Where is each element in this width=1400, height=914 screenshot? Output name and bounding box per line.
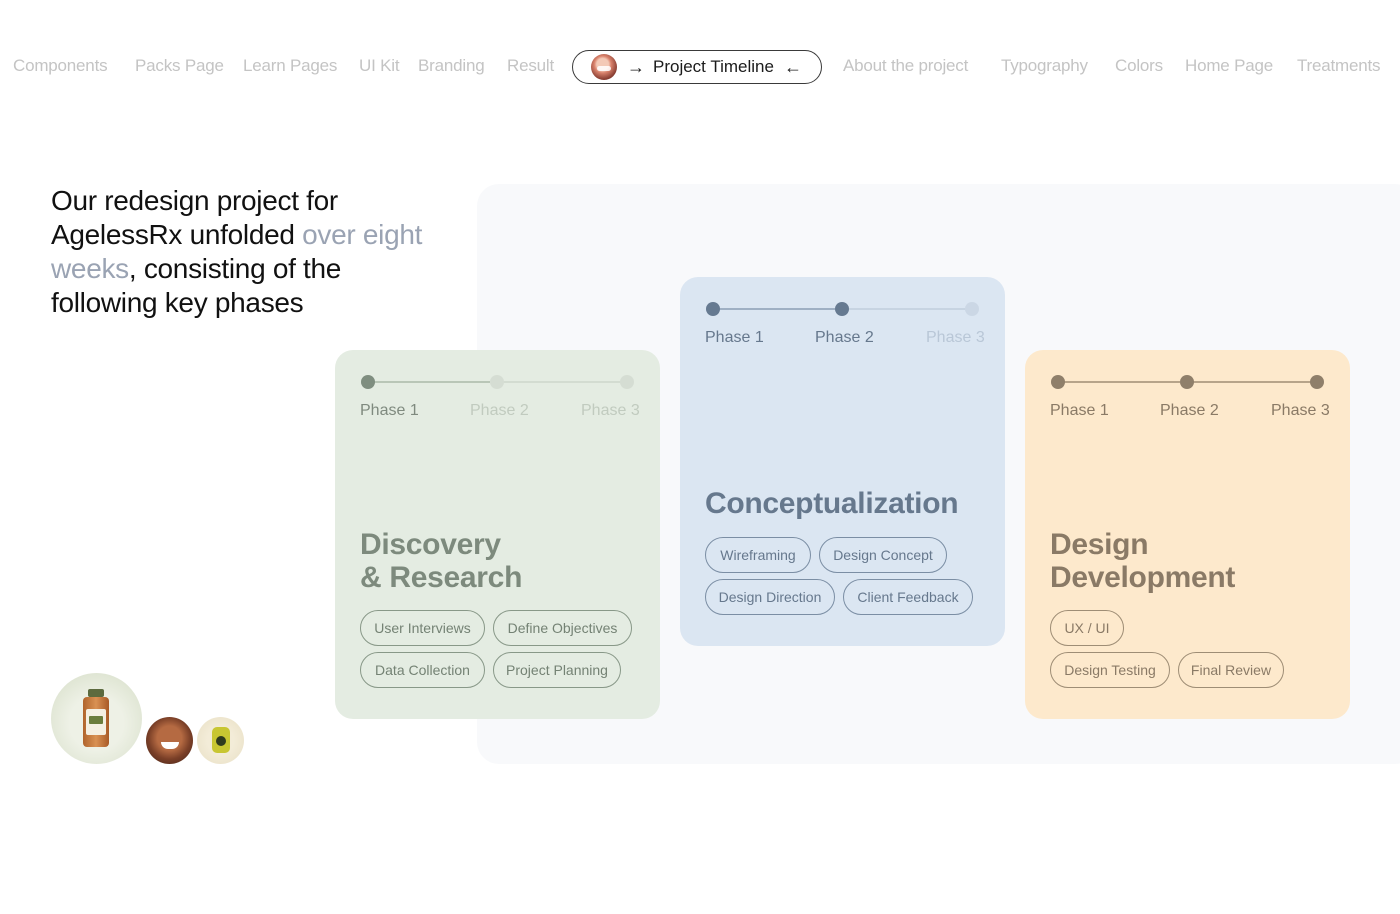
phase-label-2: Phase 2: [1160, 402, 1219, 419]
phase-progress-track: [1051, 375, 1324, 389]
phase-card-conceptualization: Phase 1 Phase 2 Phase 3 Conceptualizatio…: [680, 277, 1005, 646]
card-title-line1: Design: [1050, 528, 1149, 561]
smiling-person-avatar: [146, 717, 193, 764]
lips-avatar-icon: [591, 54, 617, 80]
phase-label-2: Phase 2: [815, 329, 874, 346]
phase-label-3: Phase 3: [581, 402, 640, 419]
nav-link-about-project[interactable]: About the project: [843, 56, 968, 76]
phase-label-1: Phase 1: [705, 329, 764, 346]
card-title: Design Development: [1050, 528, 1235, 594]
phase-dot-3: [1310, 375, 1324, 389]
card-title: Conceptualization: [705, 487, 959, 520]
card-title-line1: Conceptualization: [705, 487, 959, 520]
phase-card-discovery: Phase 1 Phase 2 Phase 3 Discovery & Rese…: [335, 350, 660, 719]
phase-labels: Phase 1 Phase 2 Phase 3: [705, 329, 990, 349]
nav-link-home-page[interactable]: Home Page: [1185, 56, 1273, 76]
tag-design-concept[interactable]: Design Concept: [819, 537, 947, 573]
phase-card-design-development: Phase 1 Phase 2 Phase 3 Design Developme…: [1025, 350, 1350, 719]
nav-link-result[interactable]: Result: [507, 56, 554, 76]
phase-labels: Phase 1 Phase 2 Phase 3: [360, 402, 645, 422]
phase-dot-3: [620, 375, 634, 389]
top-navigation: Components Packs Page Learn Pages UI Kit…: [0, 50, 1400, 84]
intro-text: Our redesign project for AgelessRx unfol…: [51, 184, 431, 320]
phase-labels: Phase 1 Phase 2 Phase 3: [1050, 402, 1335, 422]
phase-dot-2: [835, 302, 849, 316]
phase-label-3: Phase 3: [926, 329, 985, 346]
tag-final-review[interactable]: Final Review: [1178, 652, 1284, 688]
tag-design-direction[interactable]: Design Direction: [705, 579, 835, 615]
phase-dot-1: [1051, 375, 1065, 389]
phase-label-2: Phase 2: [470, 402, 529, 419]
intro-part1: Our redesign project for AgelessRx unfol…: [51, 185, 338, 250]
card-title-line2: Development: [1050, 561, 1236, 594]
tag-define-objectives[interactable]: Define Objectives: [493, 610, 632, 646]
nav-link-colors[interactable]: Colors: [1115, 56, 1163, 76]
arrow-right-icon: →: [627, 57, 645, 77]
tag-design-testing[interactable]: Design Testing: [1050, 652, 1170, 688]
bottle-icon: [83, 689, 109, 747]
tag-ux-ui[interactable]: UX / UI: [1050, 610, 1124, 646]
arrow-left-icon: ←: [783, 57, 802, 77]
nav-active-project-timeline[interactable]: → Project Timeline ←: [572, 50, 822, 84]
phase-label-1: Phase 1: [1050, 402, 1109, 419]
phase-dot-3: [965, 302, 979, 316]
nav-link-treatments[interactable]: Treatments: [1297, 56, 1381, 76]
nav-link-ui-kit[interactable]: UI Kit: [359, 56, 400, 76]
card-title-line1: Discovery: [360, 528, 501, 561]
phase-label-3: Phase 3: [1271, 402, 1330, 419]
phase-label-1: Phase 1: [360, 402, 419, 419]
nav-link-learn-pages[interactable]: Learn Pages: [243, 56, 337, 76]
tag-data-collection[interactable]: Data Collection: [360, 652, 485, 688]
nav-link-packs-page[interactable]: Packs Page: [135, 56, 224, 76]
phase-dot-2: [1180, 375, 1194, 389]
phase-dot-1: [706, 302, 720, 316]
phase-progress-track: [361, 375, 634, 389]
phase-progress-track: [706, 302, 979, 316]
nav-active-label: Project Timeline: [653, 57, 774, 76]
phase-dot-1: [361, 375, 375, 389]
card-title: Discovery & Research: [360, 528, 522, 594]
tag-user-interviews[interactable]: User Interviews: [360, 610, 485, 646]
card-title-line2: & Research: [360, 561, 523, 594]
nav-link-components[interactable]: Components: [13, 56, 108, 76]
tag-project-planning[interactable]: Project Planning: [493, 652, 621, 688]
phase-dot-2: [490, 375, 504, 389]
tag-client-feedback[interactable]: Client Feedback: [843, 579, 973, 615]
product-bottle-image: [51, 673, 142, 764]
product-jar-avatar: [197, 717, 244, 764]
tag-wireframing[interactable]: Wireframing: [705, 537, 811, 573]
nav-link-typography[interactable]: Typography: [1001, 56, 1088, 76]
nav-link-branding[interactable]: Branding: [418, 56, 485, 76]
